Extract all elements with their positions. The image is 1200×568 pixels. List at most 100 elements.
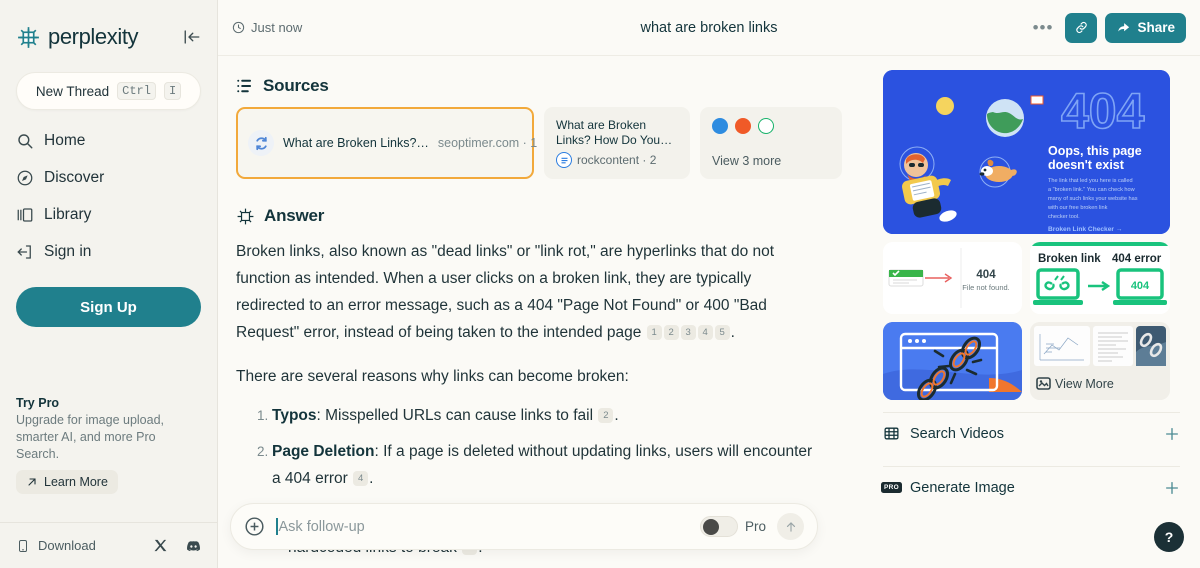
media-column: 404 Oops, this page doesn't exist The li… — [873, 56, 1200, 568]
sidebar-item-home[interactable]: Home — [16, 132, 201, 150]
favicon-green-ring — [758, 118, 774, 134]
source-card-rockcontent[interactable]: What are Broken Links? How Do You… rockc… — [544, 107, 690, 179]
learn-more-button[interactable]: Learn More — [16, 470, 118, 494]
pro-badge-icon: PRO — [881, 479, 902, 496]
citation-chip[interactable]: 3 — [680, 325, 696, 340]
reason-tail: . — [614, 407, 619, 424]
reason-tail: . — [369, 470, 374, 487]
download-button[interactable]: Download — [16, 538, 96, 553]
share-button[interactable]: Share — [1105, 12, 1186, 43]
toggle-knob — [702, 518, 719, 535]
pro-toggle[interactable] — [699, 516, 738, 537]
topbar: Just now what are broken links ••• Share — [218, 0, 1200, 56]
download-label: Download — [38, 538, 96, 553]
plus-icon[interactable] — [1164, 480, 1180, 496]
svg-text:checker tool.: checker tool. — [1048, 214, 1080, 220]
svg-text:doesn't exist: doesn't exist — [1048, 158, 1125, 172]
sidebar-item-sign-in[interactable]: Sign in — [16, 243, 201, 261]
x-twitter-icon[interactable] — [153, 538, 168, 553]
answer-column: Sources What are Broken Links?… seoptime… — [218, 56, 873, 568]
view-more-label: View 3 more — [712, 154, 782, 168]
svg-text:Broken Link Checker →: Broken Link Checker → — [1048, 226, 1122, 233]
citation-chip[interactable]: 4 — [697, 325, 713, 340]
answer-paragraph-1: Broken links, also known as "dead links"… — [236, 238, 806, 346]
search-input-placeholder: Ask follow-up — [278, 518, 365, 535]
sign-up-button[interactable]: Sign Up — [16, 287, 201, 327]
sidebar-item-library[interactable]: Library — [16, 206, 201, 224]
citation-chip[interactable]: 1 — [646, 325, 662, 340]
pro-toggle-group[interactable]: Pro — [699, 516, 766, 537]
new-thread-kbd-letter: I — [163, 82, 182, 100]
source-card-meta: rockcontent · 2 — [577, 153, 657, 167]
try-pro-panel: Try Pro Upgrade for image upload, smarte… — [16, 396, 201, 494]
perplexity-mark-icon — [236, 207, 255, 226]
source-card-view-more[interactable]: View 3 more — [700, 107, 842, 179]
thread-timestamp: Just now — [232, 20, 302, 35]
rockcontent-favicon — [556, 152, 572, 168]
sidebar-item-library-label: Library — [44, 206, 92, 223]
more-options-button[interactable]: ••• — [1029, 19, 1058, 36]
source-card-seoptimer[interactable]: What are Broken Links?… seoptimer.com · … — [236, 107, 538, 179]
thumb-view-more[interactable]: View More — [1030, 322, 1170, 400]
brand[interactable]: perplexity — [16, 24, 139, 50]
sources-header: Sources — [236, 76, 873, 96]
learn-more-label: Learn More — [44, 475, 108, 489]
reason-term: Page Deletion — [272, 443, 375, 460]
svg-text:404: 404 — [1131, 280, 1150, 292]
new-thread-button[interactable]: New Thread Ctrl I — [16, 72, 201, 110]
list-item: Page Deletion: If a page is deleted with… — [272, 438, 816, 492]
generate-image-button[interactable]: PRO Generate Image — [881, 466, 1180, 508]
search-input[interactable]: Ask follow-up — [276, 518, 689, 535]
svg-text:with our free broken link: with our free broken link — [1047, 205, 1108, 211]
sign-in-icon — [16, 243, 34, 261]
try-pro-title: Try Pro — [16, 396, 60, 410]
video-grid-icon — [883, 425, 900, 442]
thumb-broken-link-404-error[interactable]: Broken link 404 error 404 — [1030, 242, 1170, 314]
sidebar-item-home-label: Home — [44, 132, 86, 149]
reason-term: Typos — [272, 407, 317, 424]
plus-circle-icon[interactable] — [244, 516, 265, 537]
copy-link-button[interactable] — [1065, 12, 1098, 43]
list-item: Typos: Misspelled URLs can cause links t… — [272, 402, 816, 429]
arrow-up-icon — [784, 520, 798, 534]
answer-title: Answer — [264, 206, 325, 225]
sidebar-item-discover[interactable]: Discover — [16, 169, 201, 187]
search-videos-button[interactable]: Search Videos — [883, 412, 1180, 454]
discord-icon[interactable] — [186, 538, 201, 553]
citation-chip[interactable]: 5 — [714, 325, 730, 340]
collapse-sidebar-icon[interactable] — [183, 28, 201, 46]
topbar-actions: ••• Share — [1029, 12, 1186, 43]
search-icon — [16, 132, 34, 150]
link-icon — [1074, 20, 1089, 35]
svg-text:a "broken link." You can check: a "broken link." You can check how — [1048, 187, 1136, 193]
timestamp-label: Just now — [251, 20, 303, 35]
hero-image-404[interactable]: 404 Oops, this page doesn't exist The li… — [883, 70, 1170, 234]
citation-chip[interactable]: 4 — [353, 471, 369, 486]
seoptimer-favicon — [248, 130, 274, 156]
thumb-broken-chain-browser[interactable] — [883, 322, 1022, 400]
share-label: Share — [1137, 20, 1175, 35]
follow-up-bar[interactable]: Ask follow-up Pro — [230, 503, 818, 550]
citation-chip[interactable]: 2 — [598, 408, 614, 423]
share-arrow-icon — [1116, 20, 1131, 35]
source-card-title: What are Broken Links? How Do You… — [556, 118, 673, 147]
try-pro-description: Upgrade for image upload, smarter AI, an… — [16, 413, 165, 461]
main-area: Just now what are broken links ••• Share — [218, 0, 1200, 568]
sources-title: Sources — [263, 76, 329, 95]
answer-paragraph-2: There are several reasons why links can … — [236, 368, 629, 385]
compass-icon — [16, 169, 34, 187]
help-button[interactable]: ? — [1154, 522, 1184, 552]
svg-text:Oops, this page: Oops, this page — [1048, 144, 1142, 158]
submit-button[interactable] — [777, 513, 804, 540]
svg-text:View More: View More — [1055, 377, 1114, 391]
new-thread-label: New Thread — [35, 83, 110, 99]
thumb-404-file-not-found[interactable]: 404 File not found. — [883, 242, 1022, 314]
citation-chip[interactable]: 2 — [663, 325, 679, 340]
sidebar-nav: Home Discover Library Sign in — [16, 132, 201, 261]
answer-header: Answer — [236, 206, 873, 226]
sidebar-footer: Download — [0, 522, 217, 568]
favicon-orange — [735, 118, 751, 134]
plus-icon[interactable] — [1164, 426, 1180, 442]
reasons-list: Typos: Misspelled URLs can cause links t… — [236, 402, 816, 492]
source-card-meta: seoptimer.com · 1 — [437, 136, 538, 150]
